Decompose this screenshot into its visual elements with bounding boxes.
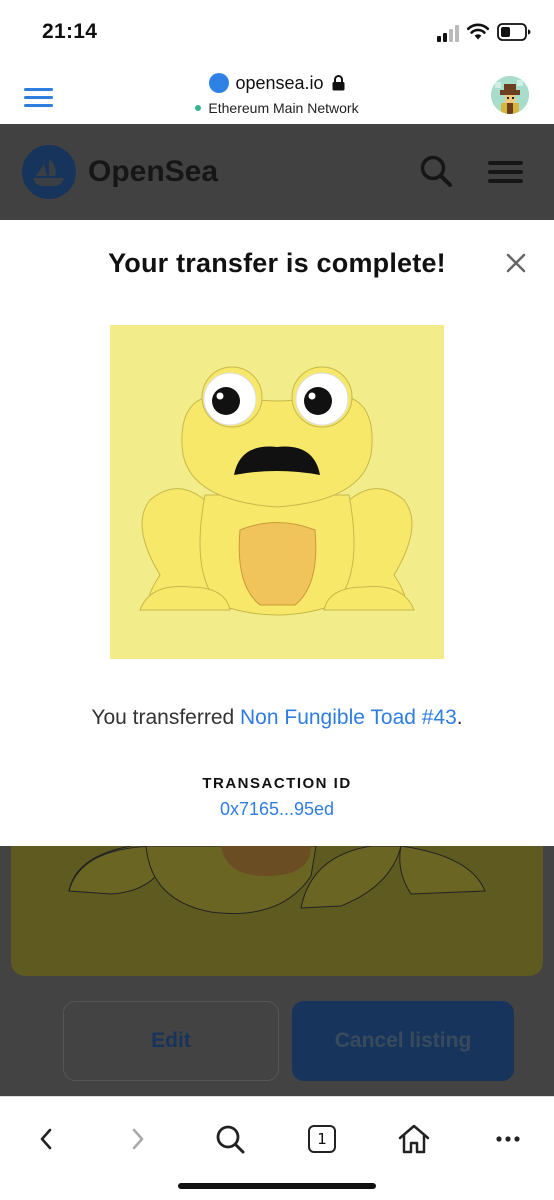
signal-icon (437, 24, 463, 42)
opensea-logo-icon[interactable] (22, 145, 76, 199)
transfer-complete-modal: Your transfer is complete! You transferr… (0, 220, 554, 846)
browser-toolbar: 1 (0, 1096, 554, 1200)
search-icon[interactable] (210, 1119, 250, 1159)
wallet-avatar[interactable] (491, 76, 529, 114)
home-indicator (178, 1183, 376, 1189)
home-icon[interactable] (394, 1119, 434, 1159)
dimmed-page-content: Edit Cancel listing (0, 846, 554, 1096)
back-icon[interactable] (26, 1119, 66, 1159)
wifi-icon (466, 23, 490, 40)
status-time: 21:14 (42, 20, 98, 43)
search-icon[interactable] (419, 154, 453, 188)
network-name: Ethereum Main Network (208, 100, 359, 116)
site-url[interactable]: opensea.io (0, 73, 554, 94)
lock-icon (332, 75, 345, 91)
network-status-dot (195, 105, 202, 111)
transaction-id-label: TRANSACTION ID (202, 775, 352, 792)
nft-item-link[interactable]: Non Fungible Toad #43 (240, 706, 457, 729)
battery-icon (497, 23, 531, 41)
forward-icon[interactable] (118, 1119, 158, 1159)
menu-icon[interactable] (488, 161, 523, 183)
browser-address-bar: opensea.io Ethereum Main Network (0, 64, 554, 124)
tabs-icon[interactable]: 1 (302, 1119, 342, 1159)
transfer-message-suffix: . (456, 706, 463, 729)
edit-listing-button[interactable]: Edit (63, 1001, 279, 1081)
status-bar: 21:14 (0, 0, 554, 64)
nft-image (110, 325, 444, 659)
opensea-brand-name: OpenSea (88, 155, 219, 188)
nft-image-background (11, 846, 543, 976)
modal-title: Your transfer is complete! (108, 248, 446, 278)
transfer-message: You transferred Non Fungible Toad #43. (0, 706, 554, 730)
opensea-header: OpenSea (0, 124, 554, 220)
pixel-avatar-icon (491, 76, 529, 114)
close-icon[interactable] (505, 252, 527, 274)
transfer-message-prefix: You transferred (91, 706, 241, 729)
cancel-listing-button[interactable]: Cancel listing (292, 1001, 514, 1081)
more-icon[interactable] (488, 1119, 528, 1159)
tab-count: 1 (308, 1125, 336, 1153)
site-domain: opensea.io (235, 73, 324, 93)
toad-illustration (110, 325, 444, 659)
opensea-logo-icon (209, 73, 230, 93)
transaction-id-link[interactable]: 0x7165...95ed (0, 799, 554, 820)
network-indicator: Ethereum Main Network (0, 100, 554, 116)
